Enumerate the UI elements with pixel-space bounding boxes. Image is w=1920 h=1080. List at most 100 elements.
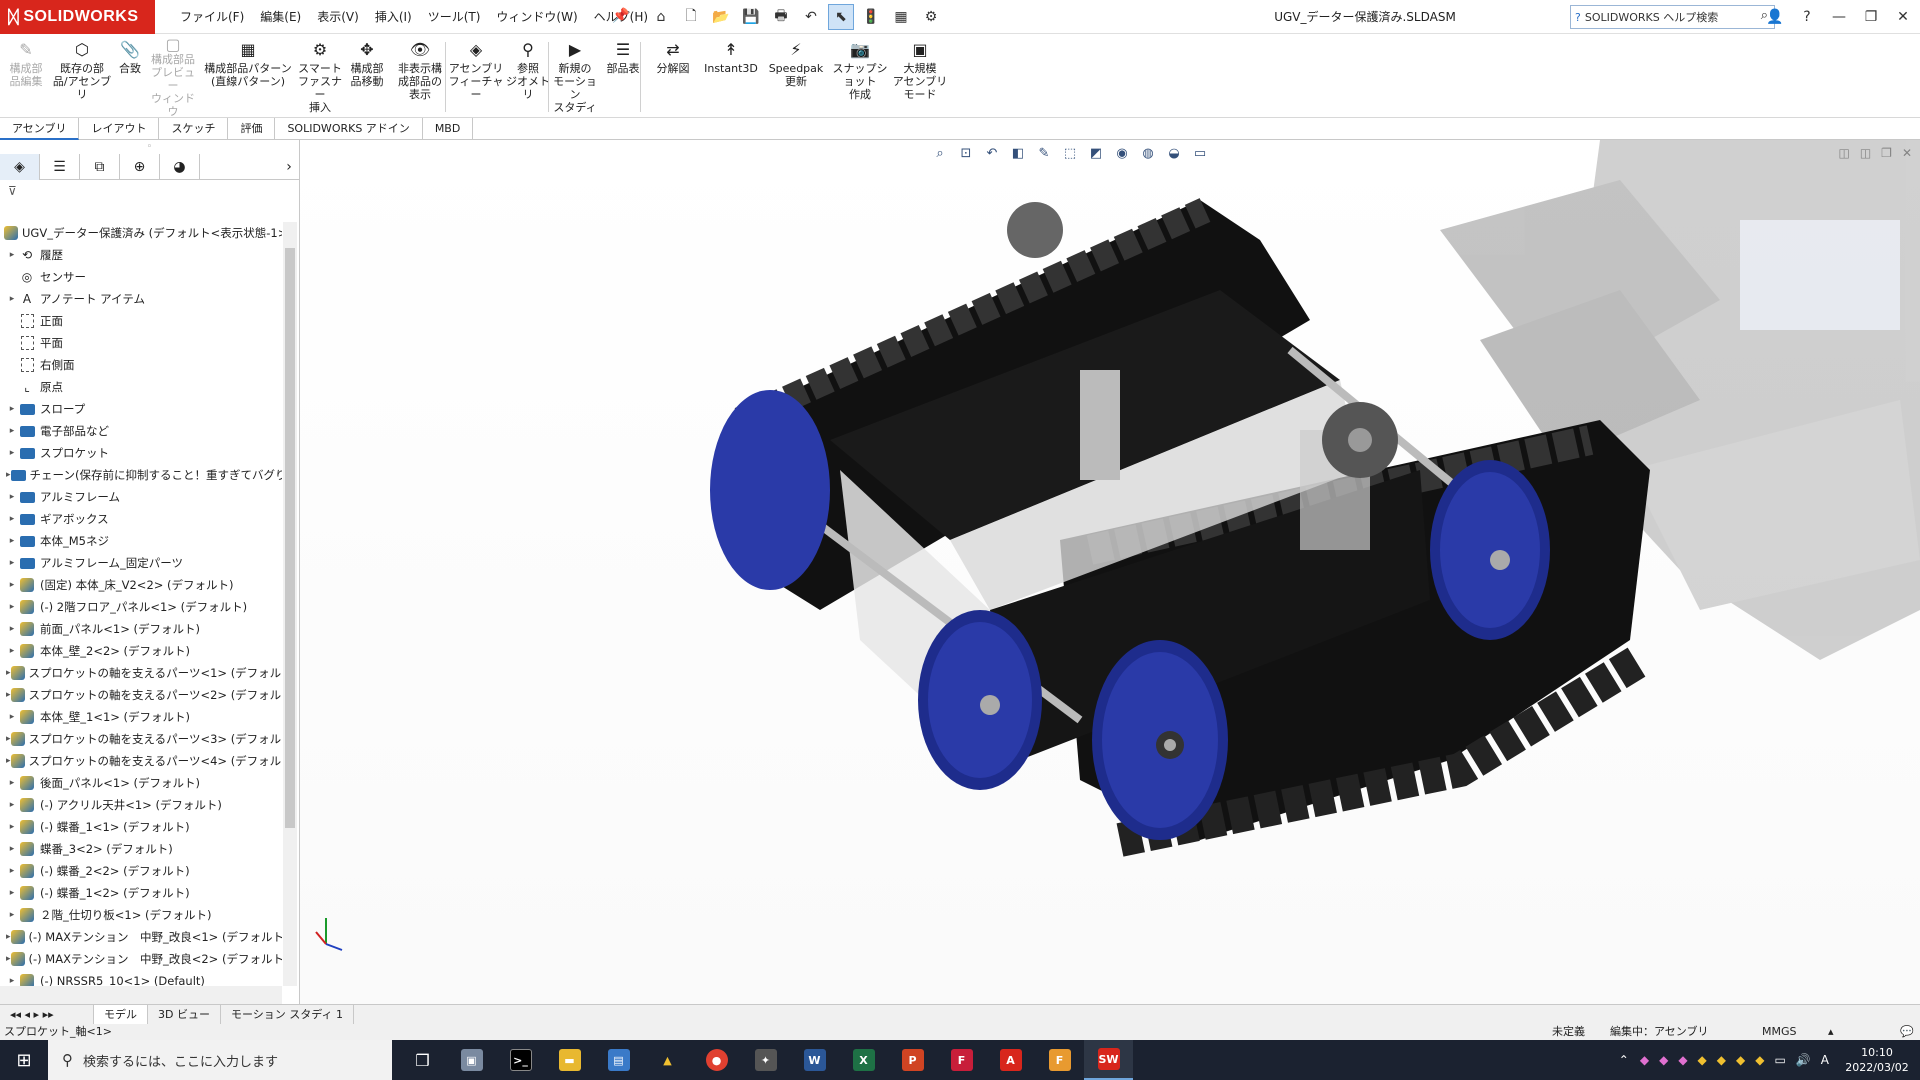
task-view-icon[interactable]: ❒ <box>398 1040 447 1080</box>
tree-item[interactable]: ▸ スプロケット <box>0 442 282 464</box>
minimize-icon[interactable]: — <box>1826 9 1852 25</box>
status-units[interactable]: MMGS <box>1762 1024 1797 1040</box>
app-excel-icon[interactable]: X <box>839 1040 888 1080</box>
app-powerpoint-icon[interactable]: P <box>888 1040 937 1080</box>
chevron-up-icon[interactable]: ▴ <box>1828 1024 1834 1040</box>
expand-arrow-icon[interactable]: ▸ <box>6 448 18 458</box>
menu-item[interactable]: ツール(T) <box>420 0 489 34</box>
tray-app-icon[interactable]: ◆ <box>1654 1053 1673 1067</box>
tree-item[interactable]: ▸ ギアボックス <box>0 508 282 530</box>
taskbar-search-input[interactable]: ⚲ 検索するには、ここに入力します <box>48 1040 392 1080</box>
ime-indicator[interactable]: A <box>1816 1053 1834 1067</box>
expand-arrow-icon[interactable]: ▸ <box>6 910 18 920</box>
ugv-3d-model[interactable] <box>300 140 1920 1004</box>
bottom-tab[interactable]: モデル <box>94 1004 148 1025</box>
command-tab[interactable]: レイアウト <box>79 118 160 140</box>
configuration-manager-tab-icon[interactable]: ⧉ <box>80 154 120 180</box>
ribbon-button[interactable]: 👁 非表示構 成部品の 表示 <box>392 38 448 116</box>
solidworks-logo[interactable]: ᛞ SOLIDWORKS <box>0 0 155 34</box>
tree-item[interactable]: ▸ (-) 蝶番_2<2> (デフォルト) <box>0 860 282 882</box>
ribbon-button[interactable]: ✎ 構成部 品編集 <box>2 38 50 116</box>
tree-item[interactable]: ▸ (-) アクリル天井<1> (デフォルト) <box>0 794 282 816</box>
chevron-right-icon[interactable]: › <box>279 154 299 180</box>
save-icon[interactable]: 💾 <box>738 4 764 30</box>
tree-filter[interactable]: ⊽ <box>0 180 299 202</box>
new-document-icon[interactable]: 🗋 <box>678 4 704 30</box>
expand-arrow-icon[interactable]: ▸ <box>6 646 18 656</box>
tree-item[interactable]: 右側面 <box>0 354 282 376</box>
bottom-tab[interactable]: モーション スタディ 1 <box>221 1004 354 1025</box>
bottom-tab[interactable]: 3D ビュー <box>148 1004 221 1025</box>
tree-item[interactable]: ▸ スプロケットの軸を支えるパーツ<3> (デフォルト) <box>0 728 282 750</box>
property-manager-tab-icon[interactable]: ☰ <box>40 154 80 180</box>
expand-arrow-icon[interactable]: ▸ <box>6 778 18 788</box>
command-tab[interactable]: SOLIDWORKS アドイン <box>275 118 423 140</box>
tray-app-icon[interactable]: ◆ <box>1693 1053 1712 1067</box>
tree-item[interactable]: ▸ (-) 蝶番_1<2> (デフォルト) <box>0 882 282 904</box>
menu-item[interactable]: ウィンドウ(W) <box>488 0 585 34</box>
menu-item[interactable]: 編集(E) <box>252 0 309 34</box>
expand-arrow-icon[interactable]: ▸ <box>6 536 18 546</box>
display-manager-tab-icon[interactable]: ◕ <box>160 154 200 180</box>
panel-grip[interactable]: ◦ <box>0 140 299 154</box>
menu-item[interactable]: 挿入(I) <box>367 0 420 34</box>
ribbon-button[interactable]: ▶ 新規の モーション スタディ <box>552 38 598 116</box>
tree-item[interactable]: ▸ (-) MAXテンション 中野_改良<2> (デフォルト) <box>0 948 282 970</box>
tree-item[interactable]: ◎ センサー <box>0 266 282 288</box>
tray-app-icon[interactable]: ◆ <box>1750 1053 1769 1067</box>
taskbar-clock[interactable]: 10:10 2022/03/02 <box>1834 1045 1920 1075</box>
options-gear-icon[interactable]: ⚙ <box>918 4 944 30</box>
app-f-icon[interactable]: F <box>1035 1040 1084 1080</box>
tree-item[interactable]: ▸ (-) 2階フロア_パネル<1> (デフォルト) <box>0 596 282 618</box>
app-acrobat-icon[interactable]: A <box>986 1040 1035 1080</box>
expand-arrow-icon[interactable]: ▸ <box>6 426 18 436</box>
tree-item[interactable]: ⌞ 原点 <box>0 376 282 398</box>
command-tab[interactable]: MBD <box>423 118 474 140</box>
ribbon-button[interactable]: ⚲ 参照 ジオメトリ <box>504 38 552 116</box>
tree-horizontal-scrollbar[interactable] <box>0 986 282 1004</box>
ribbon-button[interactable]: ▣ 大規模 アセンブリ モード <box>892 38 948 116</box>
expand-arrow-icon[interactable]: ▸ <box>6 712 18 722</box>
tree-item[interactable]: ▸ (-) MAXテンション 中野_改良<1> (デフォルト) <box>0 926 282 948</box>
ribbon-button[interactable]: ▢ 構成部品 プレビュー ウィンドウ <box>148 37 198 119</box>
tree-item[interactable]: ▸ スプロケットの軸を支えるパーツ<1> (デフォルト) <box>0 662 282 684</box>
expand-arrow-icon[interactable]: ▸ <box>6 800 18 810</box>
ribbon-button[interactable]: ↟ Instant3D <box>698 38 764 116</box>
user-icon[interactable]: 👤 <box>1762 9 1788 25</box>
tree-item[interactable]: ▸ チェーン(保存前に抑制すること！重すぎてバグりま <box>0 464 282 486</box>
tree-item[interactable]: ▸ スプロケットの軸を支えるパーツ<4> (デフォルト) <box>0 750 282 772</box>
expand-arrow-icon[interactable]: ▸ <box>6 580 18 590</box>
tree-vertical-scrollbar[interactable] <box>283 222 297 986</box>
ribbon-button[interactable]: ▦ 構成部品パターン (直線パターン) <box>198 38 298 116</box>
print-icon[interactable]: 🖶 <box>768 4 794 30</box>
restore-icon[interactable]: ❐ <box>1858 9 1884 25</box>
expand-arrow-icon[interactable]: ▸ <box>6 514 18 524</box>
tree-item[interactable]: ▸ スロープ <box>0 398 282 420</box>
tray-app-icon[interactable]: ◆ <box>1635 1053 1654 1067</box>
ribbon-button[interactable]: ⇄ 分解図 <box>648 38 698 116</box>
expand-arrow-icon[interactable]: ▸ <box>6 602 18 612</box>
expand-arrow-icon[interactable]: ▸ <box>6 404 18 414</box>
tree-item[interactable]: ▸ 前面_パネル<1> (デフォルト) <box>0 618 282 640</box>
select-arrow-icon[interactable]: ⬉ <box>828 4 854 30</box>
app-solidworks-icon[interactable]: SW <box>1084 1040 1133 1080</box>
help-icon[interactable]: ? <box>1794 9 1820 25</box>
ribbon-button[interactable]: ⚡ Speedpak 更新 <box>764 38 828 116</box>
app-fusion-icon[interactable]: F <box>937 1040 986 1080</box>
expand-arrow-icon[interactable]: ▸ <box>6 888 18 898</box>
app-google-drive-icon[interactable]: ▲ <box>643 1040 692 1080</box>
tree-item[interactable]: ▸ (-) 蝶番_1<1> (デフォルト) <box>0 816 282 838</box>
open-folder-icon[interactable]: 📂 <box>708 4 734 30</box>
app-store-icon[interactable]: ▤ <box>594 1040 643 1080</box>
app-terminal-icon[interactable]: >_ <box>496 1040 545 1080</box>
feature-manager-tab-icon[interactable]: ◈ <box>0 154 40 180</box>
network-icon[interactable]: ▭ <box>1769 1053 1790 1067</box>
traffic-light-icon[interactable]: 🚦 <box>858 4 884 30</box>
command-tab[interactable]: アセンブリ <box>0 118 80 140</box>
command-tab[interactable]: 評価 <box>228 118 276 140</box>
expand-arrow-icon[interactable]: ▸ <box>6 492 18 502</box>
dimxpert-tab-icon[interactable]: ⊕ <box>120 154 160 180</box>
expand-arrow-icon[interactable]: ▸ <box>6 624 18 634</box>
tree-item[interactable]: ▸ 本体_壁_1<1> (デフォルト) <box>0 706 282 728</box>
ribbon-button[interactable]: 📷 スナップショット 作成 <box>828 38 892 116</box>
